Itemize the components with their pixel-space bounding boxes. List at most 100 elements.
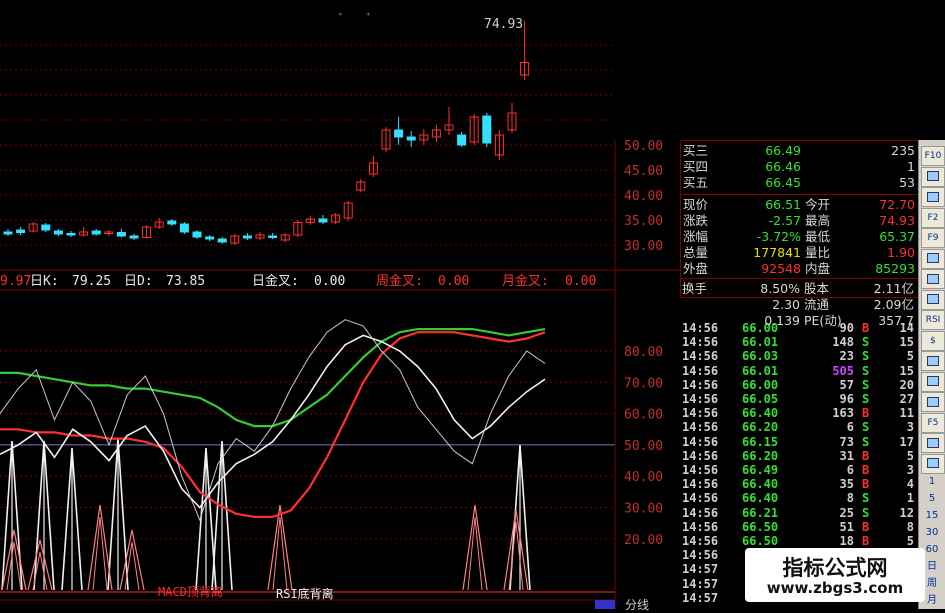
toolbar-button[interactable]: F2 <box>921 207 945 228</box>
tick-row[interactable]: 14:56 66.40 163 B 11 <box>680 406 917 420</box>
candle[interactable] <box>217 237 227 244</box>
candle[interactable] <box>343 201 353 221</box>
candle[interactable] <box>356 179 366 192</box>
tick-row[interactable]: 14:56 66.01 148 S 15 <box>680 335 917 349</box>
period-button[interactable]: 15 <box>921 509 943 523</box>
candle[interactable] <box>16 227 26 235</box>
stat-value: 92548 <box>761 261 801 276</box>
candle[interactable] <box>129 234 139 240</box>
candle[interactable] <box>293 220 303 237</box>
period-button[interactable]: 1 <box>921 475 943 489</box>
candle[interactable] <box>457 132 467 147</box>
candle[interactable] <box>230 234 240 245</box>
candle[interactable] <box>419 129 429 145</box>
candle[interactable] <box>79 227 89 237</box>
candle[interactable] <box>305 216 315 225</box>
candle[interactable] <box>469 114 479 145</box>
tick-time: 14:56 <box>682 406 719 421</box>
toolbar-button[interactable]: F5 <box>921 412 945 433</box>
candle[interactable] <box>116 229 126 238</box>
toolbar-button[interactable] <box>921 248 945 269</box>
candle[interactable] <box>280 233 290 242</box>
tick-row[interactable]: 14:56 66.21 25 S 12 <box>680 506 917 520</box>
toolbar-button[interactable]: $ <box>921 330 945 351</box>
sell-signal-spike <box>27 539 53 591</box>
toolbar-button[interactable] <box>921 187 945 207</box>
oscillator-line[interactable] <box>0 331 546 519</box>
candle[interactable] <box>3 229 13 236</box>
candle[interactable] <box>167 219 177 226</box>
tick-row[interactable]: 14:56 66.40 35 B 4 <box>680 477 917 491</box>
tick-row[interactable]: 14:56 66.01 505 S 15 <box>680 364 917 378</box>
toolbar-button[interactable] <box>921 371 945 392</box>
candle[interactable] <box>179 222 189 234</box>
toolbar-button[interactable] <box>921 269 945 289</box>
tick-time: 14:56 <box>682 392 719 406</box>
bid-label: 买四 <box>683 159 709 174</box>
candle[interactable] <box>444 107 454 135</box>
d-value: 73.85 <box>166 274 205 289</box>
tick-price: 66.05 <box>742 392 779 406</box>
candle[interactable] <box>53 229 63 236</box>
candle[interactable] <box>255 232 265 240</box>
candle[interactable] <box>482 113 492 147</box>
tick-row[interactable]: 14:56 66.20 6 S 3 <box>680 420 917 434</box>
tick-row[interactable]: 14:56 66.00 57 S 20 <box>680 378 917 392</box>
candle-body <box>217 238 227 243</box>
candle[interactable] <box>368 156 378 177</box>
tick-count: 15 <box>899 335 914 350</box>
toolbar-button[interactable] <box>921 433 945 453</box>
tick-row[interactable]: 14:56 66.20 31 B 5 <box>680 449 917 463</box>
candle[interactable] <box>394 117 404 145</box>
share-stat-row: 2.30 流通 2.09亿 <box>680 297 917 313</box>
toolbar-button[interactable] <box>921 392 945 412</box>
tick-row[interactable]: 14:56 66.03 23 S 5 <box>680 349 917 363</box>
tick-row[interactable]: 14:56 66.49 6 B 3 <box>680 463 917 477</box>
toolbar-button[interactable]: F10 <box>921 146 945 166</box>
toolbar-button[interactable]: F9 <box>921 228 945 248</box>
tick-row[interactable]: 14:56 66.40 8 S 1 <box>680 491 917 505</box>
stat-value: -3.72% <box>756 229 801 244</box>
week-cross-label: 周金叉: <box>376 273 423 289</box>
tick-row[interactable]: 14:56 66.50 51 B 8 <box>680 520 917 534</box>
candle[interactable] <box>268 233 278 239</box>
candle[interactable] <box>381 127 391 152</box>
candle[interactable] <box>192 230 202 239</box>
toolbar-button[interactable]: RSI <box>921 310 945 330</box>
oscillator-line[interactable] <box>0 328 546 428</box>
footer-label[interactable]: 分线 <box>625 596 649 613</box>
oscillator-axis-labels: 80.00 70.00 60.00 50.00 40.00 30.00 20.00 <box>624 345 663 548</box>
candle[interactable] <box>318 215 328 224</box>
tick-row[interactable]: 14:56 66.05 96 S 27 <box>680 392 917 406</box>
toolbar-button[interactable] <box>921 289 945 310</box>
tick-volume: 73 <box>839 434 854 449</box>
candle[interactable] <box>104 230 114 236</box>
candle-body <box>242 235 252 239</box>
candle[interactable] <box>66 231 76 237</box>
candle[interactable] <box>331 213 341 224</box>
tick-row[interactable]: 14:56 66.50 18 B 5 <box>680 534 917 548</box>
candle[interactable] <box>142 225 152 239</box>
tick-flag: S <box>862 392 870 406</box>
oscillator-fast-line[interactable] <box>0 319 546 522</box>
candle[interactable] <box>91 229 101 236</box>
candle[interactable] <box>28 222 38 233</box>
tick-price: 66.40 <box>742 406 779 421</box>
oscillator-series[interactable] <box>0 319 546 522</box>
toolbar-button[interactable] <box>921 166 945 187</box>
candle[interactable] <box>431 125 441 142</box>
tick-row[interactable]: 14:56 66.15 73 S 17 <box>680 435 917 449</box>
share-stat-value-right: 2.09亿 <box>873 297 914 312</box>
candle[interactable] <box>507 103 517 133</box>
period-button[interactable]: 30 <box>921 526 943 540</box>
toolbar-button[interactable] <box>921 453 945 474</box>
period-button[interactable]: 5 <box>921 492 943 506</box>
candle[interactable] <box>242 233 252 240</box>
tool-icon <box>927 376 939 386</box>
candle[interactable] <box>205 235 215 241</box>
candlestick-series[interactable] <box>3 20 530 245</box>
oscillator-line[interactable] <box>0 334 546 509</box>
candle[interactable] <box>41 223 51 232</box>
toolbar-button[interactable] <box>921 351 945 371</box>
candle[interactable] <box>406 131 416 147</box>
